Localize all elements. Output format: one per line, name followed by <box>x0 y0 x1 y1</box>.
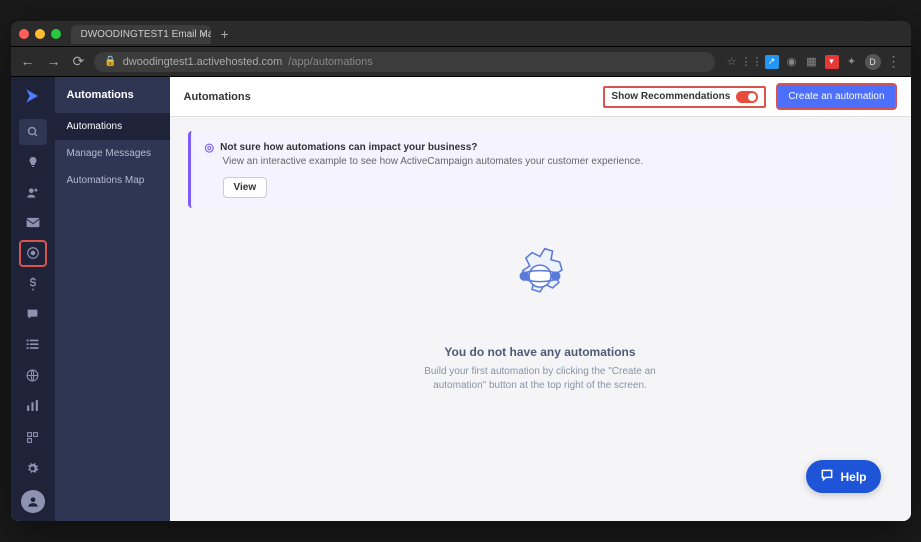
minimize-window-button[interactable] <box>35 29 45 39</box>
back-button[interactable]: ← <box>21 53 35 70</box>
main-body: ◎ Not sure how automations can impact yo… <box>170 117 911 521</box>
subnav: Automations Automations Manage Messages … <box>55 77 170 521</box>
maximize-window-button[interactable] <box>51 29 61 39</box>
close-window-button[interactable] <box>19 29 29 39</box>
titlebar: DWOODINGTEST1 Email Mark × + <box>11 21 911 47</box>
info-banner: ◎ Not sure how automations can impact yo… <box>188 131 893 208</box>
url-host: dwoodingtest1.activehosted.com <box>123 56 283 68</box>
url-bar: ← → ⟳ 🔒 dwoodingtest1.activehosted.com/a… <box>11 47 911 77</box>
toggle-switch-icon[interactable] <box>736 91 758 103</box>
empty-subtitle: Build your first automation by clicking … <box>410 365 670 393</box>
icon-rail <box>11 77 55 521</box>
main-area: Automations Show Recommendations Create … <box>170 77 911 521</box>
help-button[interactable]: Help <box>806 460 880 493</box>
view-button[interactable]: View <box>223 177 268 198</box>
gear-illustration-icon <box>485 244 595 329</box>
banner-title-row: ◎ Not sure how automations can impact yo… <box>205 141 879 154</box>
campaigns-icon[interactable] <box>19 210 47 236</box>
banner-title: Not sure how automations can impact your… <box>220 142 477 153</box>
website-icon[interactable] <box>19 362 47 388</box>
reload-button[interactable]: ⟳ <box>73 53 85 70</box>
profile-avatar-icon[interactable]: D <box>865 54 881 70</box>
extension-icon-red[interactable]: ▾ <box>825 55 839 69</box>
automations-icon[interactable] <box>19 240 47 267</box>
url-path: /app/automations <box>288 56 372 68</box>
bookmark-icon[interactable]: ☆ <box>725 55 739 69</box>
subnav-item-manage-messages[interactable]: Manage Messages <box>55 140 170 167</box>
lists-icon[interactable] <box>19 331 47 357</box>
new-tab-button[interactable]: + <box>221 26 229 42</box>
traffic-lights <box>19 29 61 39</box>
browser-window: DWOODINGTEST1 Email Mark × + ← → ⟳ 🔒 dwo… <box>11 21 911 521</box>
extension-icons: ☆ ⋮⋮ ↗ ◉ ▦ ▾ ✦ D ⋮ <box>725 53 901 70</box>
extension-icon-1[interactable]: ⋮⋮ <box>745 55 759 69</box>
search-icon[interactable] <box>19 119 47 145</box>
empty-title: You do not have any automations <box>444 345 635 359</box>
app-logo[interactable] <box>21 85 45 108</box>
user-avatar[interactable] <box>21 490 45 513</box>
subnav-item-automations[interactable]: Automations <box>55 113 170 140</box>
address-bar[interactable]: 🔒 dwoodingtest1.activehosted.com/app/aut… <box>94 52 714 72</box>
subnav-item-automations-map[interactable]: Automations Map <box>55 167 170 194</box>
subnav-title: Automations <box>55 77 170 113</box>
extensions-menu-icon[interactable]: ✦ <box>845 55 859 69</box>
tab-close-icon[interactable]: × <box>201 29 207 40</box>
lock-icon: 🔒 <box>104 56 116 67</box>
app-container: Automations Automations Manage Messages … <box>11 77 911 521</box>
extension-icon-blue[interactable]: ↗ <box>765 55 779 69</box>
chat-icon <box>820 468 834 485</box>
banner-subtitle: View an interactive example to see how A… <box>223 156 879 167</box>
target-icon: ◎ <box>205 141 215 154</box>
browser-menu-icon[interactable]: ⋮ <box>887 53 901 70</box>
forward-button[interactable]: → <box>47 53 61 70</box>
reports-icon[interactable] <box>19 392 47 418</box>
lightbulb-icon[interactable] <box>19 149 47 175</box>
deals-icon[interactable] <box>19 271 47 297</box>
help-label: Help <box>840 470 866 484</box>
empty-state: You do not have any automations Build yo… <box>188 244 893 393</box>
extension-icon-grid[interactable]: ▦ <box>805 55 819 69</box>
show-recommendations-label: Show Recommendations <box>611 91 730 102</box>
conversations-icon[interactable] <box>19 301 47 327</box>
create-automation-button[interactable]: Create an automation <box>776 83 896 110</box>
main-header: Automations Show Recommendations Create … <box>170 77 911 117</box>
apps-icon[interactable] <box>19 425 47 451</box>
contacts-icon[interactable] <box>19 179 47 205</box>
browser-tab[interactable]: DWOODINGTEST1 Email Mark × <box>71 25 211 44</box>
nav-buttons: ← → ⟳ <box>21 53 85 70</box>
tab-title: DWOODINGTEST1 Email Mark <box>81 29 211 40</box>
settings-icon[interactable] <box>19 455 47 481</box>
page-title: Automations <box>184 91 594 103</box>
show-recommendations-toggle[interactable]: Show Recommendations <box>603 86 766 108</box>
extension-icon-2[interactable]: ◉ <box>785 55 799 69</box>
